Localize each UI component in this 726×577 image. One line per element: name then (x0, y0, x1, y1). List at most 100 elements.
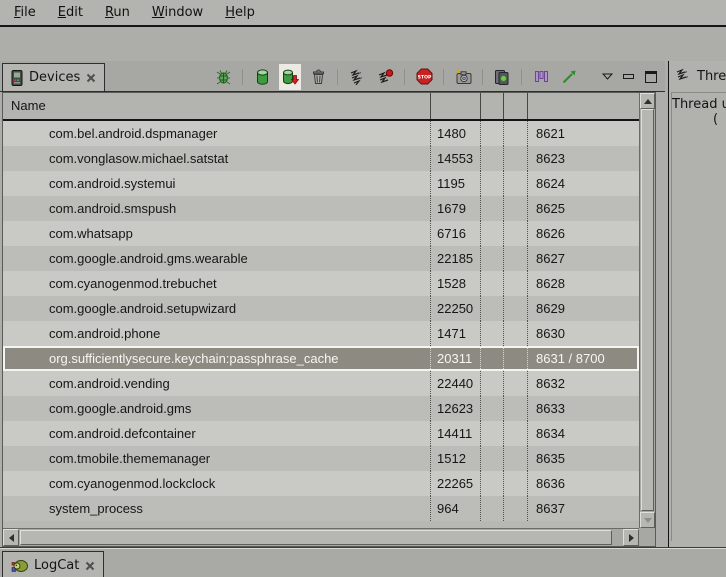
column-header-pid[interactable] (431, 93, 481, 119)
threads-panel: Threads Thread up ( (668, 61, 726, 547)
process-pid: 1679 (431, 196, 481, 221)
empty-cell (504, 446, 528, 471)
empty-cell (481, 271, 504, 296)
column-header-4[interactable] (504, 93, 528, 119)
table-row[interactable]: com.cyanogenmod.lockclock 22265 8636 (3, 471, 639, 496)
systrace-icon[interactable] (530, 64, 552, 90)
opengl-trace-icon[interactable] (558, 64, 580, 90)
menu-bar: FileEditRunWindowHelp (0, 0, 726, 27)
empty-cell (504, 296, 528, 321)
minimize-icon[interactable] (623, 74, 635, 80)
tab-threads[interactable]: Threads (669, 61, 726, 91)
scroll-left-arrow[interactable] (3, 529, 19, 546)
toolbar-separator (337, 69, 338, 85)
cause-gc-icon[interactable] (307, 64, 329, 90)
process-name: system_process (3, 496, 431, 521)
table-row[interactable]: com.whatsapp 6716 8626 (3, 221, 639, 246)
table-row[interactable]: com.google.android.gms 12623 8633 (3, 396, 639, 421)
column-header-port[interactable] (528, 93, 639, 119)
view-hierarchy-icon[interactable] (491, 64, 513, 90)
process-port: 8632 (528, 371, 639, 396)
table-row[interactable]: com.google.android.gms.wearable 22185 86… (3, 246, 639, 271)
empty-cell (481, 296, 504, 321)
table-row[interactable]: org.sufficientlysecure.keychain:passphra… (3, 346, 639, 371)
vertical-scrollbar[interactable] (639, 93, 655, 528)
tab-devices[interactable]: Devices (2, 63, 105, 91)
process-pid: 1195 (431, 171, 481, 196)
table-row[interactable]: com.tmobile.thememanager 1512 8635 (3, 446, 639, 471)
table-row[interactable]: com.android.systemui 1195 8624 (3, 171, 639, 196)
empty-cell (504, 421, 528, 446)
close-icon[interactable] (86, 73, 96, 83)
svg-text:STOP: STOP (417, 74, 431, 80)
process-port: 8629 (528, 296, 639, 321)
table-row[interactable]: com.cyanogenmod.trebuchet 1528 8628 (3, 271, 639, 296)
process-pid: 14553 (431, 146, 481, 171)
process-table: Name com.bel.android.dspmanager 1480 862… (2, 92, 656, 547)
empty-cell (504, 196, 528, 221)
tab-threads-label: Threads (697, 69, 726, 84)
maximize-icon[interactable] (645, 71, 657, 83)
table-row[interactable]: com.vonglasow.michael.satstat 14553 8623 (3, 146, 639, 171)
process-port: 8630 (528, 321, 639, 346)
empty-cell (481, 221, 504, 246)
devices-tabbar: Devices (0, 61, 665, 92)
scroll-down-arrow[interactable] (640, 512, 655, 528)
logcat-panel: LogCat (0, 547, 726, 577)
process-port: 8621 (528, 121, 639, 146)
process-name: com.android.phone (3, 321, 431, 346)
menu-help[interactable]: Help (214, 2, 266, 23)
tab-logcat[interactable]: LogCat (2, 551, 104, 577)
empty-cell (504, 321, 528, 346)
process-pid: 22185 (431, 246, 481, 271)
update-heap-icon[interactable] (251, 64, 273, 90)
process-port: 8625 (528, 196, 639, 221)
table-row[interactable]: com.android.phone 1471 8630 (3, 321, 639, 346)
toolbar-separator (521, 69, 522, 85)
process-pid: 20311 (431, 346, 481, 371)
toolbar-separator (482, 69, 483, 85)
menu-run[interactable]: Run (94, 2, 141, 23)
vertical-scrollbar-thumb[interactable] (641, 109, 654, 511)
start-method-profiling-icon[interactable] (374, 64, 396, 90)
menu-window[interactable]: Window (141, 2, 214, 23)
debug-process-icon[interactable] (212, 64, 234, 90)
process-port: 8626 (528, 221, 639, 246)
process-name: com.tmobile.thememanager (3, 446, 431, 471)
close-icon[interactable] (85, 561, 95, 571)
column-header-3[interactable] (481, 93, 504, 119)
table-row[interactable]: com.android.defcontainer 14411 8634 (3, 421, 639, 446)
logcat-icon (11, 558, 28, 573)
stop-process-icon[interactable]: STOP (413, 64, 435, 90)
update-threads-icon[interactable] (346, 64, 368, 90)
column-header-name[interactable]: Name (3, 93, 431, 119)
table-row[interactable]: com.android.smspush 1679 8625 (3, 196, 639, 221)
screen-capture-icon[interactable] (452, 64, 474, 90)
process-port: 8623 (528, 146, 639, 171)
horizontal-scrollbar[interactable] (3, 528, 639, 546)
threads-content: Thread up ( (671, 92, 726, 541)
table-row[interactable]: com.android.vending 22440 8632 (3, 371, 639, 396)
horizontal-scrollbar-thumb[interactable] (20, 530, 612, 545)
process-name: com.android.defcontainer (3, 421, 431, 446)
process-pid: 1528 (431, 271, 481, 296)
process-pid: 12623 (431, 396, 481, 421)
table-row[interactable]: com.bel.android.dspmanager 1480 8621 (3, 121, 639, 146)
empty-cell (481, 371, 504, 396)
table-row[interactable]: com.google.android.setupwizard 22250 862… (3, 296, 639, 321)
scroll-right-arrow[interactable] (623, 529, 639, 546)
scroll-up-arrow[interactable] (640, 93, 655, 109)
menu-file[interactable]: File (3, 2, 47, 23)
process-name: com.google.android.gms (3, 396, 431, 421)
menu-edit[interactable]: Edit (47, 2, 94, 23)
view-menu-icon[interactable] (602, 73, 613, 80)
tab-logcat-label: LogCat (34, 558, 79, 573)
ddms-window: FileEditRunWindowHelp Devices (0, 0, 726, 577)
toolbar-separator (443, 69, 444, 85)
process-name: com.google.android.gms.wearable (3, 246, 431, 271)
empty-cell (481, 171, 504, 196)
table-row[interactable]: system_process 964 8637 (3, 496, 639, 521)
process-port: 8636 (528, 471, 639, 496)
empty-cell (481, 321, 504, 346)
dump-hprof-icon[interactable] (279, 64, 301, 90)
